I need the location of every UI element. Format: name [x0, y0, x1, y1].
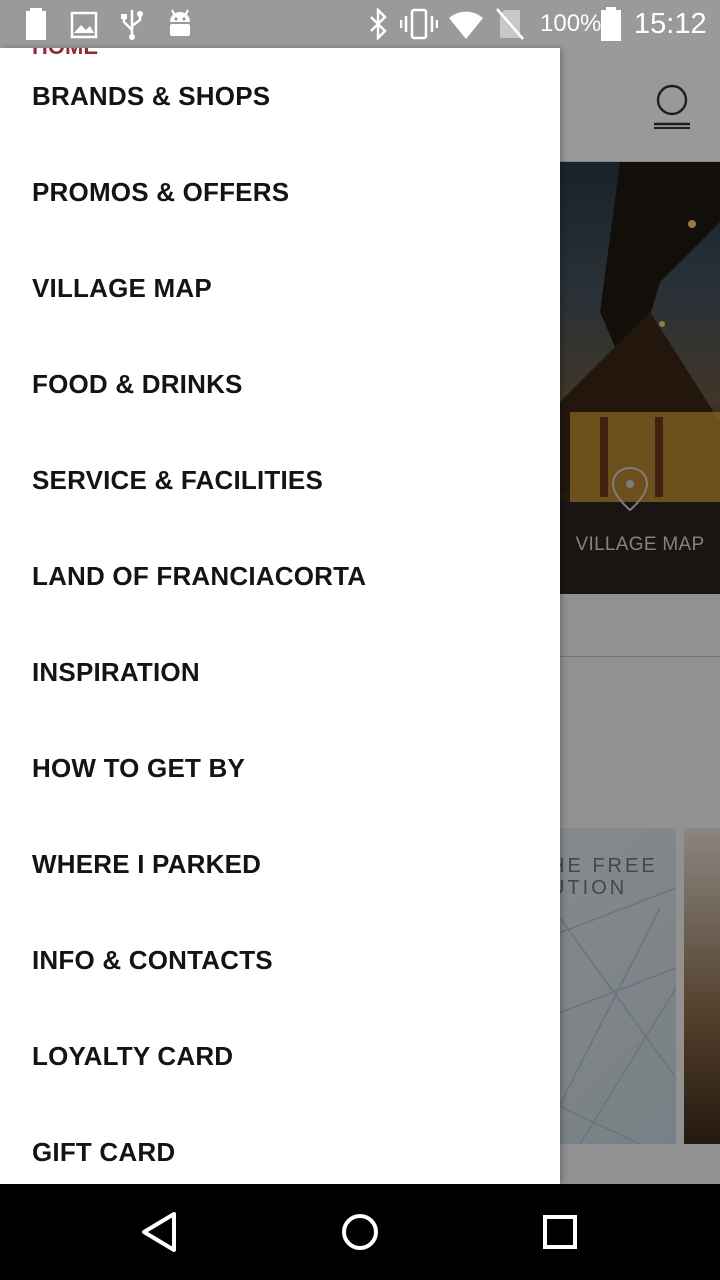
drawer-item-loyalty-card[interactable]: LOYALTY CARD [0, 1008, 560, 1104]
navigation-drawer: HOME BRANDS & SHOPS PROMOS & OFFERS VILL… [0, 48, 560, 1184]
battery-percent: 100% [540, 10, 602, 37]
drawer-item-village-map[interactable]: VILLAGE MAP [0, 240, 560, 336]
home-icon[interactable] [336, 1208, 384, 1256]
system-nav-bar [0, 1184, 720, 1280]
usb-icon [121, 10, 143, 40]
no-sim-icon [496, 8, 524, 40]
status-bar: 100% 15:12 [0, 0, 720, 48]
bluetooth-icon [370, 8, 387, 40]
drawer-item-gift-card[interactable]: GIFT CARD [0, 1104, 560, 1184]
drawer-item-food-drinks[interactable]: FOOD & DRINKS [0, 336, 560, 432]
battery-icon [26, 8, 46, 40]
drawer-item-land-of-franciacorta[interactable]: LAND OF FRANCIACORTA [0, 528, 560, 624]
drawer-item-service-facilities[interactable]: SERVICE & FACILITIES [0, 432, 560, 528]
drawer-item-how-to-get-by[interactable]: HOW TO GET BY [0, 720, 560, 816]
back-icon[interactable] [136, 1208, 184, 1256]
wifi-icon [449, 11, 483, 39]
clock: 15:12 [634, 8, 707, 40]
drawer-item-brands-shops[interactable]: BRANDS & SHOPS [0, 48, 560, 144]
drawer-item-promos-offers[interactable]: PROMOS & OFFERS [0, 144, 560, 240]
battery-full-icon [601, 7, 621, 41]
android-icon [170, 9, 190, 36]
image-icon [70, 11, 98, 39]
recents-icon[interactable] [536, 1208, 584, 1256]
drawer-item-inspiration[interactable]: INSPIRATION [0, 624, 560, 720]
vibrate-icon [400, 8, 438, 40]
drawer-item-where-i-parked[interactable]: WHERE I PARKED [0, 816, 560, 912]
drawer-item-info-contacts[interactable]: INFO & CONTACTS [0, 912, 560, 1008]
